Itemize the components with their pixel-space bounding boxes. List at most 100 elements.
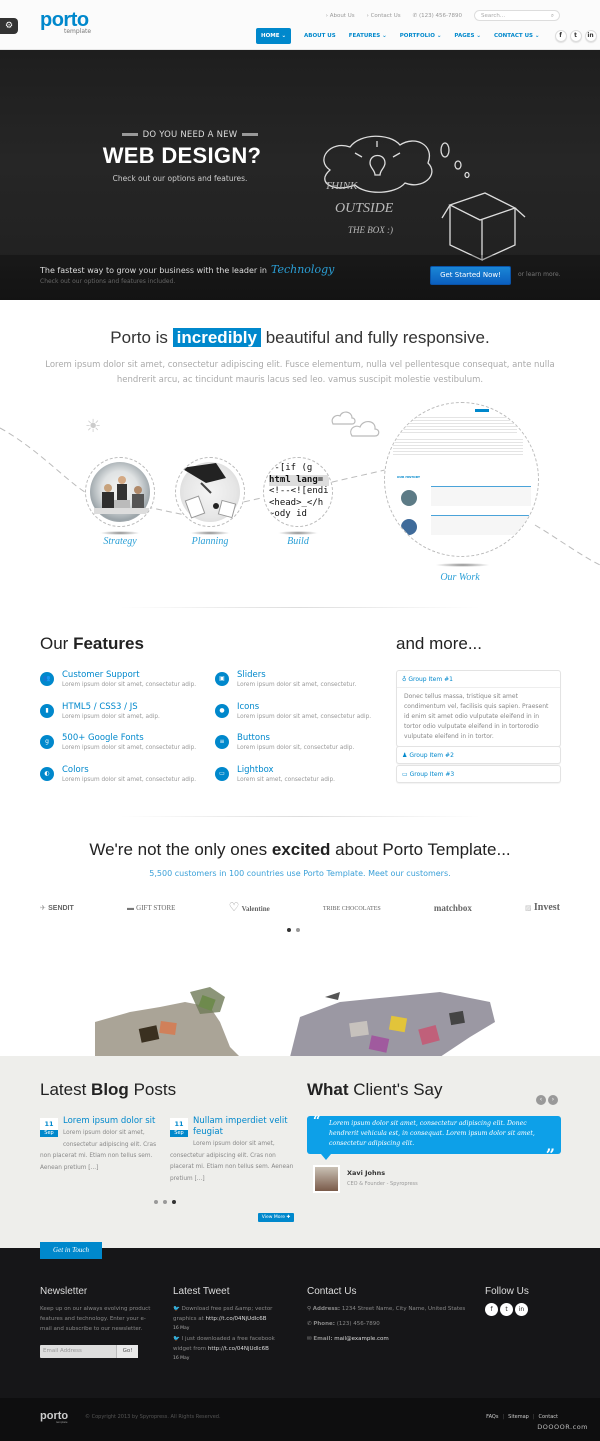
accordion-header[interactable]: ♟ Group Item #2 <box>397 747 560 763</box>
search-input[interactable]: Search... ⌕ <box>474 10 560 21</box>
footer-link-sitemap[interactable]: Sitemap <box>508 1414 529 1420</box>
twitter-icon[interactable]: t <box>500 1303 513 1316</box>
plus-icon: ✚ <box>286 1215 291 1220</box>
email-input[interactable]: Email Address <box>40 1345 116 1358</box>
style-switcher-button[interactable]: ⚙ <box>0 18 18 34</box>
tweet-link[interactable]: http://t.co/04NjUdlc6B <box>206 1316 267 1322</box>
newsletter-text: Keep up on our always evolving product f… <box>40 1306 151 1332</box>
view-more-button[interactable]: View More ✚ <box>258 1213 294 1222</box>
heart-icon: ♡ <box>228 900 240 914</box>
chevron-left-icon[interactable]: ‹ <box>536 1095 546 1105</box>
feature-item[interactable]: ▭ Lightbox Lorem sit amet, consectetur adi… <box>215 765 385 791</box>
client-logos: ✈ SENDIT ▬ GIFT STORE ♡ Valentine TRIBE … <box>40 900 560 915</box>
accordion-header[interactable]: ▭ Group Item #3 <box>397 766 560 782</box>
feature-item[interactable]: ≡ Buttons Lorem ipsum dolor sit, consectet… <box>215 733 385 759</box>
pager-dot[interactable] <box>154 1200 158 1204</box>
footer-link-faqs[interactable]: FAQs <box>486 1414 498 1420</box>
logo-label: matchbox <box>433 902 472 913</box>
client-logo-invest[interactable]: ▨ Invest <box>525 902 560 913</box>
accordion-group-3[interactable]: ▭ Group Item #3 <box>396 765 561 783</box>
footer-logo[interactable]: porto template <box>40 1410 68 1424</box>
linkedin-icon[interactable]: in <box>515 1303 528 1316</box>
get-started-button[interactable]: Get Started Now! <box>430 266 511 285</box>
nav-features[interactable]: FEATURES ⌄ <box>349 33 387 39</box>
client-role: CEO & Founder - Spyropress <box>347 1181 418 1187</box>
accordion-header[interactable]: ♁ Group Item #1 <box>397 671 560 687</box>
pager-dot[interactable] <box>172 1200 176 1204</box>
subscribe-button[interactable]: Go! <box>116 1345 138 1358</box>
post-month: Sep <box>40 1130 58 1137</box>
client-logo-tribe[interactable]: TRIBE CHOCOLATES <box>323 904 381 912</box>
twitter-icon[interactable]: t <box>569 30 582 42</box>
planning-image[interactable] <box>175 457 245 527</box>
code-snippet: --[if (g html lang= <!--<![endi <head>_</h ~… <box>269 463 329 521</box>
excerpt-line: non placerat mi. Etiam non tellus sem. A… <box>40 1153 153 1171</box>
planning-desk-illustration <box>181 463 237 519</box>
tagline-before: Porto is <box>110 328 168 347</box>
post-title[interactable]: Lorem ipsum dolor sit <box>40 1116 165 1127</box>
logo-text: porto <box>40 9 89 31</box>
feature-item[interactable]: ▮ HTML5 / CSS3 / JS Lorem ipsum dolor sit … <box>40 702 210 728</box>
desktop-icon: ▭ <box>215 767 229 781</box>
logo[interactable]: porto template <box>40 10 91 35</box>
phone-icon: ✆ <box>307 1321 312 1327</box>
shadow <box>190 531 230 535</box>
chevron-down-icon: ⌄ <box>281 33 287 39</box>
mini-history-label: OUR HISTORY <box>397 475 421 479</box>
contact-email-link[interactable]: mail@example.com <box>334 1336 388 1342</box>
feature-title: 500+ Google Fonts <box>62 733 144 743</box>
linkedin-icon[interactable]: in <box>584 30 597 42</box>
top-link-contact[interactable]: › Contact Us <box>367 13 401 19</box>
our-work-image[interactable]: OUR HISTORY <box>384 402 539 557</box>
laptop-icon: ▭ <box>402 771 408 778</box>
learn-more-link[interactable]: or learn more. <box>518 271 561 278</box>
search-icon[interactable]: ⌕ <box>551 11 554 21</box>
tweet-date: 16 May <box>173 1326 190 1331</box>
copyright-text: © Copyright 2013 by Spyropress. All Righ… <box>85 1414 221 1420</box>
pager-dot[interactable] <box>287 928 291 932</box>
nav-about[interactable]: ABOUT US <box>304 33 336 39</box>
logo-label: Valentine <box>241 905 270 913</box>
pager-dot[interactable] <box>163 1200 167 1204</box>
feature-item[interactable]: ◐ Colors Lorem ipsum dolor sit amet, conse… <box>40 765 210 791</box>
build-image[interactable]: --[if (g html lang= <!--<![endi <head>_</h ~… <box>263 457 333 527</box>
client-logo-sendit[interactable]: ✈ SENDIT <box>40 904 74 912</box>
post-title[interactable]: Nullam imperdiet velit feugiat <box>170 1116 295 1138</box>
tweet-item: 🐦 I just downloaded a free facebook widg… <box>173 1334 293 1364</box>
excerpt-line: Lorem ipsum dolor sit amet, <box>193 1141 275 1147</box>
client-logo-valentine[interactable]: ♡ Valentine <box>229 900 270 915</box>
strategy-image[interactable] <box>85 457 155 527</box>
footer-link-contact[interactable]: Contact <box>539 1414 558 1420</box>
customers-subtitle-link[interactable]: 5,500 customers in 100 countries use Por… <box>0 869 600 878</box>
client-logo-giftstore[interactable]: ▬ GIFT STORE <box>127 904 175 912</box>
feature-item[interactable]: g 500+ Google Fonts Lorem ipsum dolor sit … <box>40 733 210 759</box>
contact-address: ⚲ Address: 1234 Street Name, City Name, … <box>307 1304 477 1314</box>
chevron-right-icon[interactable]: › <box>548 1095 558 1105</box>
shadow <box>278 531 318 535</box>
watermark: DOOOOR.com <box>537 1423 588 1431</box>
phone: ✆ (123) 456-7890 <box>413 13 462 19</box>
feature-item[interactable]: ▣ Sliders Lorem ipsum dolor sit amet, cons… <box>215 670 385 696</box>
accordion-group-1[interactable]: ♁ Group Item #1 Donec tellus massa, tris… <box>396 670 561 747</box>
accordion-label: Group Item #1 <box>408 676 453 683</box>
client-logo-matchbox[interactable]: matchbox <box>434 903 472 913</box>
top-link-about[interactable]: › About Us <box>326 13 355 19</box>
nav-pages[interactable]: PAGES ⌄ <box>454 33 481 39</box>
feature-item[interactable]: 👥 Customer Support Lorem ipsum dolor sit a… <box>40 670 210 696</box>
pager-dot[interactable] <box>296 928 300 932</box>
facebook-icon[interactable]: f <box>485 1303 498 1316</box>
post-date: 11 Sep <box>40 1118 58 1137</box>
tweet-link[interactable]: http://t.co/04NjUdlc6B <box>208 1346 269 1352</box>
blog-post[interactable]: 11 Sep Nullam imperdiet velit feugiat Lor… <box>170 1116 295 1185</box>
mini-timeline-item <box>431 515 531 535</box>
nav-home[interactable]: HOME ⌄ <box>256 28 292 44</box>
nav-portfolio[interactable]: PORTFOLIO ⌄ <box>400 33 442 39</box>
blog-post[interactable]: 11 Sep Lorem ipsum dolor sit Lorem ipsum … <box>40 1116 165 1174</box>
sun-icon: ☀ <box>85 416 102 437</box>
footer-social: f t in <box>485 1303 528 1316</box>
facebook-icon[interactable]: f <box>554 30 567 42</box>
heading-light: Client's Say <box>353 1080 443 1099</box>
accordion-group-2[interactable]: ♟ Group Item #2 <box>396 746 561 764</box>
feature-item[interactable]: ● Icons Lorem ipsum dolor sit amet, consec… <box>215 702 385 728</box>
nav-contact[interactable]: CONTACT US ⌄ <box>494 33 540 39</box>
